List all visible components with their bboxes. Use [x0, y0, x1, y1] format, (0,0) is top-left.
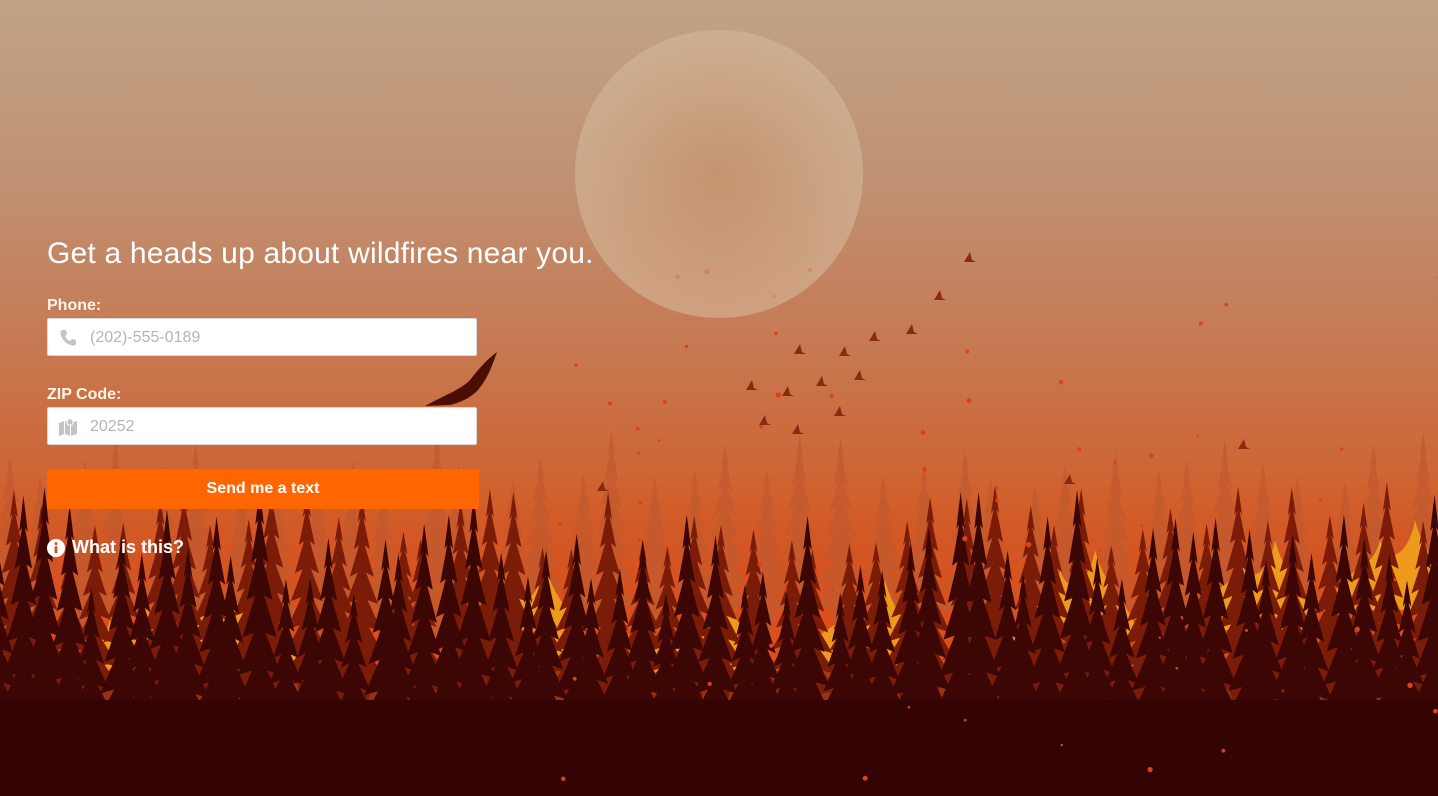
ember: [1221, 748, 1226, 753]
bird: [906, 324, 918, 334]
ember: [862, 775, 868, 781]
bird: [934, 290, 946, 300]
ember: [1147, 767, 1153, 773]
ember: [920, 429, 926, 435]
ember: [922, 466, 927, 472]
page-headline: Get a heads up about wildfires near you.: [47, 237, 594, 270]
bird: [746, 380, 758, 390]
ember: [1113, 461, 1117, 465]
ember: [782, 588, 787, 592]
bird: [794, 344, 806, 354]
ember: [1224, 302, 1229, 307]
bird: [1238, 439, 1250, 449]
ember: [965, 349, 970, 354]
ember: [1318, 498, 1322, 501]
ember: [572, 676, 577, 681]
ember: [1099, 549, 1102, 553]
ember: [775, 392, 781, 398]
ember: [829, 394, 834, 399]
bird: [964, 252, 976, 262]
map-icon: [59, 418, 77, 436]
ember: [1175, 666, 1179, 670]
bird: [839, 346, 851, 356]
ember: [1058, 379, 1064, 385]
ember: [1323, 609, 1326, 612]
bird: [782, 386, 794, 396]
ember: [769, 643, 774, 648]
ember: [1244, 628, 1248, 632]
bird: [792, 424, 804, 434]
zip-input[interactable]: [88, 408, 472, 446]
ember: [707, 681, 712, 687]
ember: [1140, 524, 1143, 527]
ember: [1340, 447, 1344, 451]
zip-label: ZIP Code:: [47, 386, 122, 403]
bird: [834, 406, 846, 416]
phone-field[interactable]: [47, 318, 477, 357]
ember: [1433, 708, 1438, 714]
bird: [759, 415, 771, 425]
ember: [1025, 541, 1032, 548]
bird: [869, 331, 881, 341]
ember: [759, 424, 764, 429]
ember: [962, 535, 968, 542]
phone-icon: [60, 330, 76, 346]
signup-panel: Get a heads up about wildfires near you.…: [47, 232, 687, 558]
bird: [854, 370, 866, 380]
ember: [1354, 626, 1360, 632]
send-text-button[interactable]: Send me a text: [47, 469, 479, 509]
ember: [995, 486, 999, 490]
ember: [1148, 453, 1154, 459]
ember: [757, 561, 762, 567]
ember: [1077, 447, 1082, 452]
ember: [1198, 321, 1203, 326]
ember: [1407, 682, 1413, 689]
zip-field[interactable]: [47, 407, 477, 446]
ember: [1060, 743, 1063, 747]
ember: [995, 498, 1000, 503]
info-icon: [47, 538, 65, 557]
ember: [831, 588, 834, 592]
what-is-this-label: What is this?: [72, 537, 184, 557]
what-is-this-link[interactable]: What is this?: [47, 537, 687, 558]
ember: [1196, 435, 1200, 438]
ember: [774, 331, 778, 336]
ember: [561, 776, 566, 781]
phone-input[interactable]: [88, 319, 472, 357]
ember: [1158, 636, 1162, 639]
phone-label: Phone:: [47, 297, 102, 314]
ember: [907, 705, 911, 709]
ember: [1393, 578, 1397, 582]
ember: [561, 590, 565, 594]
ember: [963, 718, 967, 722]
ember: [966, 398, 972, 404]
bird: [816, 376, 828, 386]
